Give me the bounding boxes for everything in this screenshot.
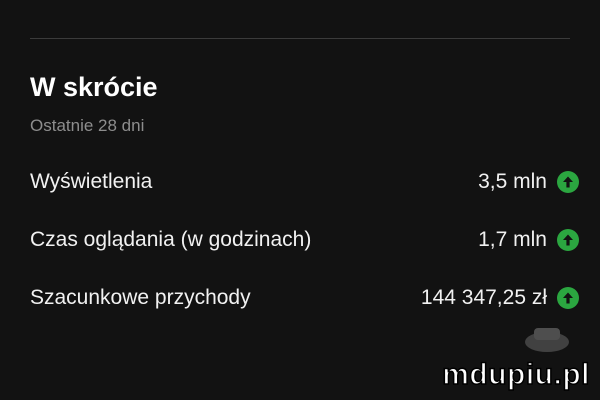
- period-subtitle: Ostatnie 28 dni: [30, 116, 145, 135]
- top-divider: [30, 38, 570, 39]
- metric-row-views[interactable]: Wyświetlenia 3,5 mln: [30, 168, 580, 196]
- metric-row-revenue[interactable]: Szacunkowe przychody 144 347,25 zł: [30, 284, 580, 312]
- watermark: mdupiu.pl: [441, 328, 590, 392]
- arrow-up-circle-icon: [556, 228, 580, 252]
- metric-value: 3,5 mln: [478, 170, 547, 193]
- analytics-summary-screen: W skrócie Ostatnie 28 dni Wyświetlenia 3…: [0, 0, 600, 400]
- watermark-text: mdupiu.pl: [441, 357, 590, 392]
- metric-value: 144 347,25 zł: [420, 286, 547, 309]
- arrow-up-circle-icon: [556, 170, 580, 194]
- section-title: W skrócie: [30, 72, 158, 102]
- metric-value: 1,7 mln: [478, 228, 547, 251]
- metric-label: Szacunkowe przychody: [30, 286, 251, 309]
- watermark-clipart-icon: [525, 328, 569, 352]
- metric-row-watch-time[interactable]: Czas oglądania (w godzinach) 1,7 mln: [30, 226, 580, 254]
- metric-label: Wyświetlenia: [30, 170, 153, 193]
- arrow-up-circle-icon: [556, 286, 580, 310]
- metric-label: Czas oglądania (w godzinach): [30, 228, 312, 251]
